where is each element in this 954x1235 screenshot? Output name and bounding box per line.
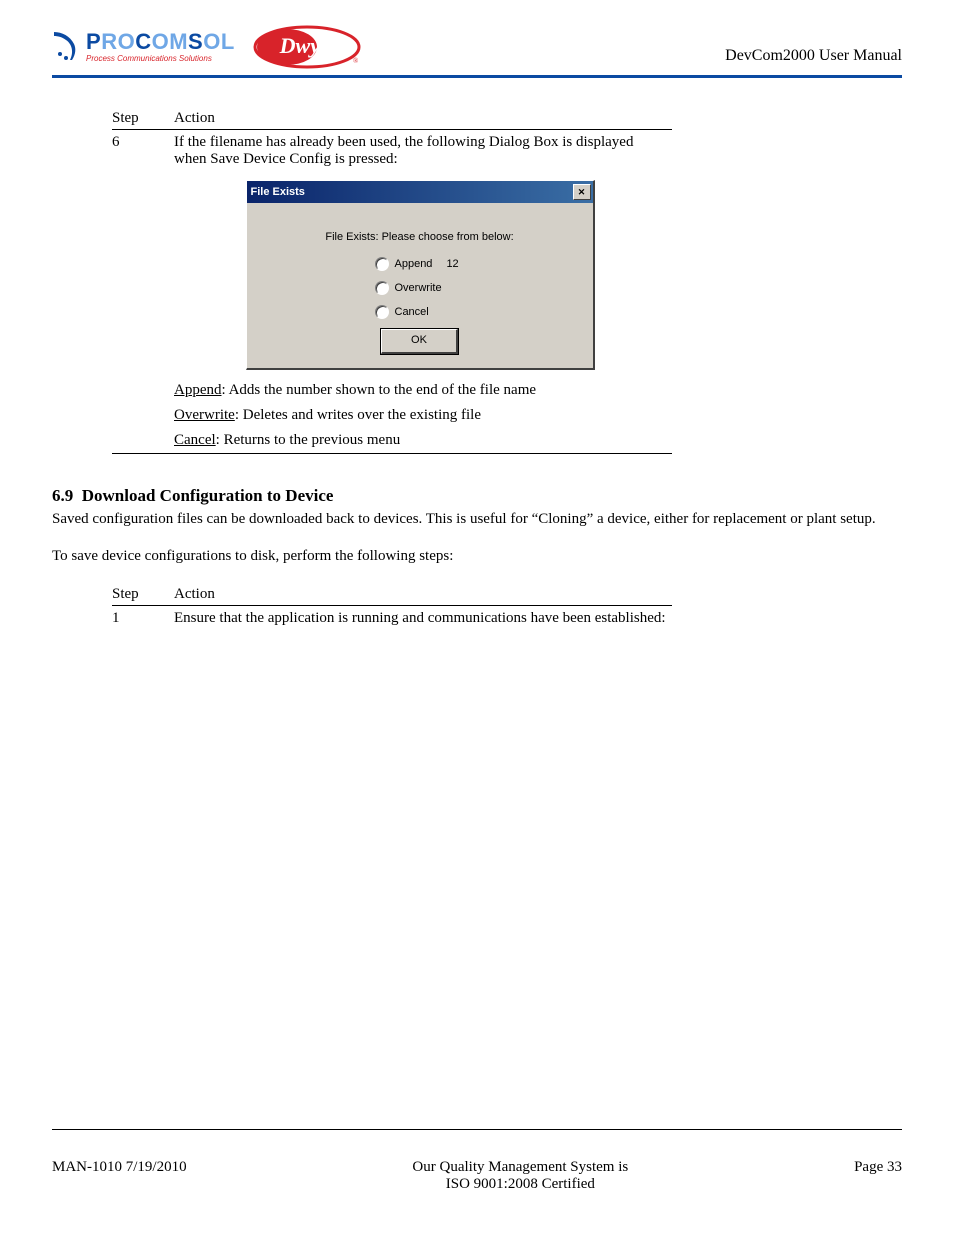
dialog-message: File Exists: Please choose from below: xyxy=(267,231,573,243)
footer-right: Page 33 xyxy=(854,1159,902,1176)
radio-label: Append xyxy=(395,258,433,270)
explain-overwrite: Overwrite: Deletes and writes over the e… xyxy=(174,403,672,428)
radio-label: Cancel xyxy=(395,306,429,318)
dialog-title: File Exists xyxy=(251,186,305,198)
ok-button[interactable]: OK xyxy=(381,329,458,354)
append-suffix: 12 xyxy=(446,258,458,270)
step-number: 1 xyxy=(112,605,174,631)
step-number: 6 xyxy=(112,130,174,173)
procomsol-name: PROCOMSOL xyxy=(86,31,235,53)
step-table-2: Step Action 1 Ensure that the applicatio… xyxy=(112,584,672,631)
radio-icon xyxy=(375,281,389,295)
dialog-titlebar: File Exists ✕ xyxy=(247,181,593,203)
explain-append: Append: Adds the number shown to the end… xyxy=(174,378,672,403)
step-intro: If the filename has already been used, t… xyxy=(174,130,672,173)
procomsol-swoosh-icon xyxy=(52,30,80,64)
radio-label: Overwrite xyxy=(395,282,442,294)
section-para-2: To save device configurations to disk, p… xyxy=(52,547,902,566)
col-action: Action xyxy=(174,584,672,606)
svg-text:®: ® xyxy=(353,57,359,65)
procomsol-logo: PROCOMSOL Process Communications Solutio… xyxy=(52,30,235,64)
page-header: PROCOMSOL Process Communications Solutio… xyxy=(52,25,902,69)
svg-text:Dwyer: Dwyer xyxy=(278,33,338,58)
col-action: Action xyxy=(174,108,672,130)
logo-group: PROCOMSOL Process Communications Solutio… xyxy=(52,25,361,69)
footer-center-2: ISO 9001:2008 Certified xyxy=(187,1176,854,1193)
radio-cancel[interactable]: Cancel xyxy=(375,305,573,319)
header-title: DevCom2000 User Manual xyxy=(725,47,902,65)
radio-icon xyxy=(375,257,389,271)
step-text: Ensure that the application is running a… xyxy=(174,605,672,631)
section-para-1: Saved configuration files can be downloa… xyxy=(52,510,902,529)
radio-overwrite[interactable]: Overwrite xyxy=(375,281,573,295)
radio-append[interactable]: Append 12 xyxy=(375,257,573,271)
step-table-1: Step Action 6 If the filename has alread… xyxy=(112,108,672,454)
footer-left: MAN-1010 7/19/2010 xyxy=(52,1159,187,1176)
col-step: Step xyxy=(112,108,174,130)
file-exists-dialog: File Exists ✕ File Exists: Please choose… xyxy=(246,180,595,370)
procomsol-tagline: Process Communications Solutions xyxy=(86,55,235,63)
section-heading: 6.9 Download Configuration to Device xyxy=(52,486,902,506)
footer-center-1: Our Quality Management System is xyxy=(187,1159,854,1176)
footer-rule xyxy=(52,1129,902,1130)
dwyer-logo: Dwyer ® xyxy=(253,25,361,69)
header-rule xyxy=(52,75,902,78)
page-footer: MAN-1010 7/19/2010 Our Quality Managemen… xyxy=(52,1159,902,1193)
radio-icon xyxy=(375,305,389,319)
col-step: Step xyxy=(112,584,174,606)
close-icon[interactable]: ✕ xyxy=(573,184,591,200)
explain-cancel: Cancel: Returns to the previous menu xyxy=(174,428,672,453)
